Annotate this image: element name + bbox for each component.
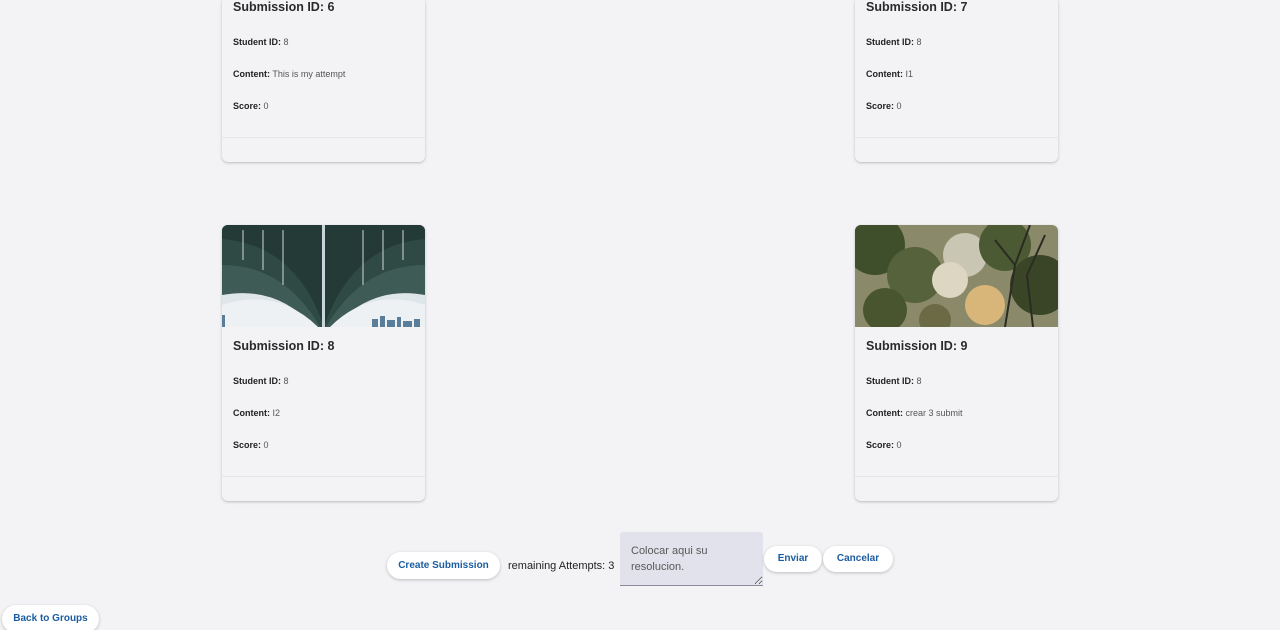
create-submission-button[interactable]: Create Submission xyxy=(387,552,500,579)
content-field: Content: This is my attempt xyxy=(233,69,346,79)
score-field: Score: 0 xyxy=(866,440,902,450)
card-actions xyxy=(222,137,425,153)
submissions-page: Submission ID: 6 Student ID: 8 Content: … xyxy=(0,0,1280,630)
score-field: Score: 0 xyxy=(233,101,269,111)
submission-title: Submission ID: 8 xyxy=(233,339,335,353)
content-field: Content: I1 xyxy=(866,69,914,79)
score-value: 0 xyxy=(896,440,902,450)
content-value: I1 xyxy=(905,69,914,79)
submission-title: Submission ID: 9 xyxy=(866,339,968,353)
resolution-textarea[interactable] xyxy=(620,532,763,586)
score-field: Score: 0 xyxy=(233,440,269,450)
score-field: Score: 0 xyxy=(866,101,902,111)
submission-card: Submission ID: 9 Student ID: 8 Content: … xyxy=(855,225,1058,501)
content-field: Content: crear 3 submit xyxy=(866,408,963,418)
back-to-groups-button[interactable]: Back to Groups xyxy=(2,605,99,630)
submission-title: Submission ID: 6 xyxy=(233,0,335,14)
student-id-field: Student ID: 8 xyxy=(866,37,922,47)
submission-title: Submission ID: 7 xyxy=(866,0,968,14)
content-value: I2 xyxy=(272,408,281,418)
content-value: This is my attempt xyxy=(272,69,346,79)
student-id-value: 8 xyxy=(283,37,289,47)
remaining-attempts-text: remaining Attempts: 3 xyxy=(508,560,615,572)
card-actions xyxy=(222,476,425,492)
student-id-field: Student ID: 8 xyxy=(233,37,289,47)
card-actions xyxy=(855,137,1058,153)
tree-foliage-image xyxy=(855,225,1058,327)
score-value: 0 xyxy=(263,101,269,111)
score-value: 0 xyxy=(896,101,902,111)
submission-card: Submission ID: 7 Student ID: 8 Content: … xyxy=(855,0,1058,162)
student-id-field: Student ID: 8 xyxy=(866,376,922,386)
student-id-value: 8 xyxy=(916,37,922,47)
card-actions xyxy=(855,476,1058,492)
send-button[interactable]: Enviar xyxy=(764,546,822,572)
content-value: crear 3 submit xyxy=(905,408,963,418)
content-field: Content: I2 xyxy=(233,408,281,418)
student-id-field: Student ID: 8 xyxy=(233,376,289,386)
bridge-underside-image xyxy=(222,225,425,327)
submission-card: Submission ID: 6 Student ID: 8 Content: … xyxy=(222,0,425,162)
student-id-value: 8 xyxy=(283,376,289,386)
student-id-value: 8 xyxy=(916,376,922,386)
submission-card: Submission ID: 8 Student ID: 8 Content: … xyxy=(222,225,425,501)
score-value: 0 xyxy=(263,440,269,450)
cancel-button[interactable]: Cancelar xyxy=(823,546,893,572)
